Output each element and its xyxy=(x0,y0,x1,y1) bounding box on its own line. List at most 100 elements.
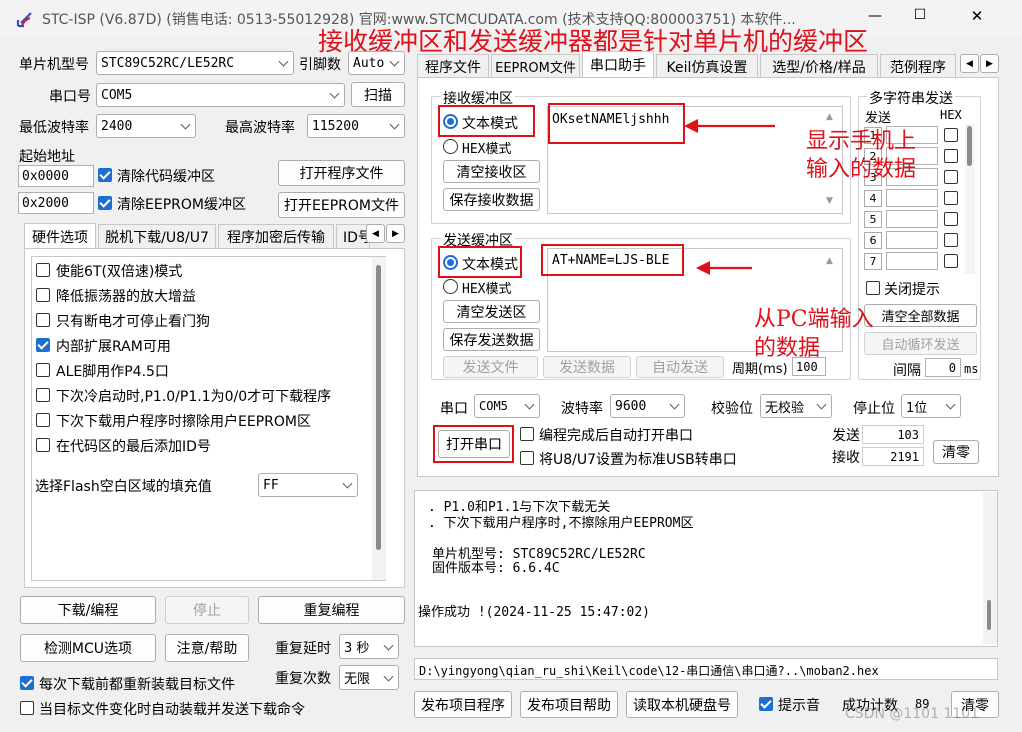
auto-open-checkbox[interactable] xyxy=(520,427,534,441)
baud-select[interactable]: 9600 xyxy=(610,394,685,418)
option-checkbox[interactable] xyxy=(36,438,50,452)
recv-hex-mode-radio[interactable] xyxy=(443,139,458,154)
save-receive-button[interactable]: 保存接收数据 xyxy=(443,188,540,211)
tab-serial-assistant[interactable]: 串口助手 xyxy=(582,51,654,78)
log-scroll-thumb[interactable] xyxy=(987,600,991,630)
right-tab-scroll-left[interactable]: ◀ xyxy=(960,54,979,73)
tab-hardware[interactable]: 硬件选项 xyxy=(24,223,96,249)
max-baud-value: 115200 xyxy=(312,118,359,134)
close-button[interactable]: ✕ xyxy=(962,7,992,25)
send-content-highlight xyxy=(541,244,684,276)
address-field-2[interactable]: 0x2000 xyxy=(18,192,94,214)
repeat-delay-select[interactable]: 3 秒 xyxy=(339,634,399,659)
left-tab-scroll-right[interactable]: ▶ xyxy=(386,224,405,243)
clear-eeprom-checkbox[interactable] xyxy=(98,196,112,210)
clear-count-button[interactable]: 清零 xyxy=(933,440,979,464)
mcu-type-value: STC89C52RC/LE52RC xyxy=(101,55,235,71)
multi-row-hex-checkbox[interactable] xyxy=(944,212,958,226)
tab-offline[interactable]: 脱机下载/U8/U7 xyxy=(98,224,216,249)
port-label: 串口号 xyxy=(49,89,91,105)
multi-row-input[interactable] xyxy=(886,252,938,270)
multi-scrollbar[interactable] xyxy=(965,124,975,274)
serial-port-label: 串口 xyxy=(440,401,468,417)
multi-row-hex-checkbox[interactable] xyxy=(944,233,958,247)
read-disk-button[interactable]: 读取本机硬盘号 xyxy=(626,691,738,718)
help-button[interactable]: 注意/帮助 xyxy=(165,634,249,662)
auto-send-button[interactable]: 自动发送 xyxy=(636,356,724,378)
multi-row-hex-checkbox[interactable] xyxy=(944,128,958,142)
tab-keil-sim[interactable]: Keil仿真设置 xyxy=(656,54,758,78)
option-checkbox[interactable] xyxy=(36,338,50,352)
options-scroll-thumb[interactable] xyxy=(376,265,381,550)
clear-code-checkbox[interactable] xyxy=(98,168,112,182)
multi-scroll-thumb[interactable] xyxy=(967,126,972,166)
publish-help-button[interactable]: 发布项目帮助 xyxy=(520,691,618,718)
interval-field[interactable]: 0 xyxy=(925,358,961,377)
right-tab-scroll-right[interactable]: ▶ xyxy=(980,54,999,73)
tab-program-file[interactable]: 程序文件 xyxy=(417,54,489,78)
port-select[interactable]: COM5 xyxy=(96,83,345,107)
serial-port-select[interactable]: COM5 xyxy=(474,394,540,418)
autoload-checkbox[interactable] xyxy=(20,701,34,715)
multi-row-input[interactable] xyxy=(886,210,938,228)
option-checkbox[interactable] xyxy=(36,288,50,302)
reprogram-button[interactable]: 重复编程 xyxy=(258,596,405,624)
mcu-type-label: 单片机型号 xyxy=(19,57,89,73)
tab-encrypt[interactable]: 程序加密后传输 xyxy=(218,224,334,249)
save-send-button[interactable]: 保存发送数据 xyxy=(443,328,540,351)
send-data-button[interactable]: 发送数据 xyxy=(543,356,631,378)
pin-count-select[interactable]: Auto xyxy=(348,51,405,75)
reload-checkbox[interactable] xyxy=(20,676,34,690)
option-checkbox[interactable] xyxy=(36,388,50,402)
repeat-delay-value: 3 秒 xyxy=(344,641,370,656)
beep-checkbox[interactable] xyxy=(759,697,773,711)
usb-serial-checkbox[interactable] xyxy=(520,451,534,465)
repeat-count-select[interactable]: 无限 xyxy=(339,665,399,690)
log-scrollbar[interactable] xyxy=(983,492,997,644)
multi-row-hex-checkbox[interactable] xyxy=(944,170,958,184)
recv-scroll-down[interactable]: ▼ xyxy=(826,196,833,206)
scan-button[interactable]: 扫描 xyxy=(351,82,405,107)
serial-port-value: COM5 xyxy=(479,399,508,413)
fill-value-select[interactable]: FF xyxy=(258,473,358,497)
multi-row-number: 6 xyxy=(864,232,882,249)
loop-send-button[interactable]: 自动循环发送 xyxy=(864,332,977,355)
clear-receive-button[interactable]: 清空接收区 xyxy=(443,160,540,183)
recv-scroll-up[interactable]: ▲ xyxy=(826,112,833,122)
send-hex-mode-radio[interactable] xyxy=(443,279,458,294)
stop-button[interactable]: 停止 xyxy=(165,596,249,624)
clear-all-button[interactable]: 清空全部数据 xyxy=(864,304,977,327)
option-checkbox[interactable] xyxy=(36,313,50,327)
multi-row-hex-checkbox[interactable] xyxy=(944,191,958,205)
min-baud-select[interactable]: 2400 xyxy=(96,114,196,138)
multi-row-hex-checkbox[interactable] xyxy=(944,254,958,268)
download-button[interactable]: 下载/编程 xyxy=(20,596,156,624)
multi-row-input[interactable] xyxy=(886,231,938,249)
tab-examples[interactable]: 范例程序 xyxy=(880,54,956,78)
send-file-button[interactable]: 发送文件 xyxy=(443,356,538,378)
send-scroll-up[interactable]: ▲ xyxy=(826,256,833,266)
check-mcu-button[interactable]: 检测MCU选项 xyxy=(20,634,156,662)
option-checkbox[interactable] xyxy=(36,413,50,427)
option-checkbox[interactable] xyxy=(36,263,50,277)
open-eeprom-button[interactable]: 打开EEPROM文件 xyxy=(278,192,405,218)
publish-program-button[interactable]: 发布项目程序 xyxy=(414,691,512,718)
max-baud-select[interactable]: 115200 xyxy=(307,114,405,138)
options-scrollbar[interactable] xyxy=(372,257,386,580)
left-tab-scroll-left[interactable]: ◀ xyxy=(366,224,385,243)
option-label: 在代码区的最后添加ID号 xyxy=(56,439,211,455)
tab-selection[interactable]: 选型/价格/样品 xyxy=(760,54,878,78)
tab-eeprom-file[interactable]: EEPROM文件 xyxy=(491,54,580,78)
multi-row-hex-checkbox[interactable] xyxy=(944,149,958,163)
parity-select[interactable]: 无校验 xyxy=(760,394,832,418)
maximize-button[interactable]: ☐ xyxy=(905,7,935,23)
clear-send-button[interactable]: 清空发送区 xyxy=(443,300,540,323)
option-checkbox[interactable] xyxy=(36,363,50,377)
tab-id[interactable]: ID号 xyxy=(336,224,370,249)
multi-row-input[interactable] xyxy=(886,189,938,207)
mcu-type-select[interactable]: STC89C52RC/LE52RC xyxy=(96,51,294,75)
close-tip-checkbox[interactable] xyxy=(866,281,880,295)
address-field-1[interactable]: 0x0000 xyxy=(18,165,94,187)
stop-bits-select[interactable]: 1位 xyxy=(901,394,961,418)
open-program-button[interactable]: 打开程序文件 xyxy=(278,160,405,186)
